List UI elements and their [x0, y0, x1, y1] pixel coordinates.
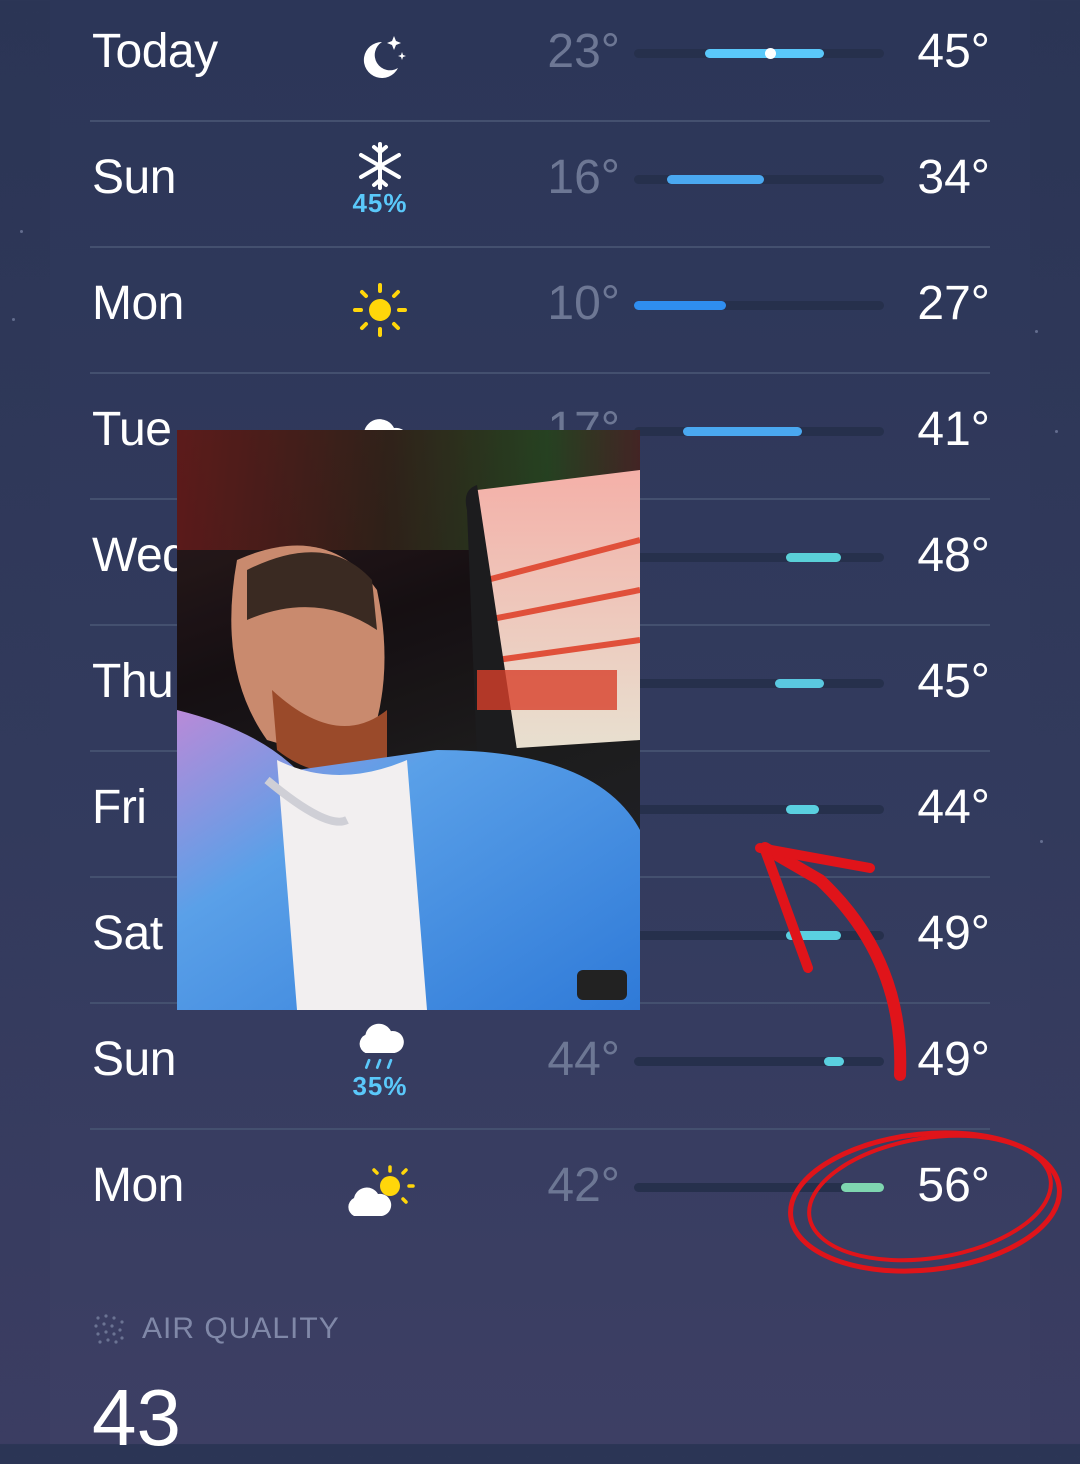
high-temp: 44° — [917, 781, 990, 834]
sun-cloud-icon — [340, 1152, 420, 1232]
air-quality-label: AIR QUALITY — [142, 1312, 340, 1345]
temp-range-bar — [634, 931, 884, 940]
high-temp: 27° — [917, 277, 990, 330]
high-temp: 45° — [917, 25, 990, 78]
temp-range-fill — [634, 301, 727, 310]
forecast-day-label: Sat — [92, 907, 163, 960]
high-temp: 49° — [917, 1033, 990, 1086]
forecast-day-label: Sun — [92, 1033, 176, 1086]
temp-range-bar — [634, 679, 884, 688]
temp-range-bar — [634, 427, 884, 436]
forecast-day-label: Mon — [92, 277, 184, 330]
current-temp-dot — [764, 48, 776, 59]
high-temp: 34° — [917, 151, 990, 204]
forecast-day-label: Fri — [92, 781, 147, 834]
forecast-day-label: Today — [92, 25, 218, 78]
temp-range-fill — [786, 553, 841, 562]
forecast-row: Mon 42° 56° — [50, 1130, 1030, 1256]
temp-range-bar — [634, 175, 884, 184]
temp-range-bar — [634, 48, 884, 59]
cloud-rain-icon: 35% — [340, 1022, 420, 1102]
low-temp: 44° — [547, 1033, 620, 1086]
temp-range-fill — [666, 175, 765, 184]
high-temp: 41° — [917, 403, 990, 456]
temp-range-fill — [824, 1057, 845, 1066]
moon-stars-icon — [340, 18, 420, 98]
low-temp: 10° — [547, 277, 620, 330]
forecast-row: Sun 35% 44° 49° — [50, 1004, 1030, 1130]
high-temp: 49° — [917, 907, 990, 960]
air-quality-icon — [94, 1314, 124, 1344]
high-temp: 45° — [917, 655, 990, 708]
temp-range-fill — [682, 427, 803, 436]
precipitation-chance: 35% — [352, 1071, 408, 1101]
forecast-day-label: Wed — [92, 529, 189, 582]
sun-icon — [340, 270, 420, 350]
temp-range-bar — [634, 1183, 884, 1192]
low-temp: 23° — [547, 25, 620, 78]
precipitation-chance: 45% — [352, 187, 408, 218]
forecast-row: Mon 10° 27° — [50, 248, 1030, 374]
temp-range-fill — [786, 931, 841, 940]
forecast-day-label: Mon — [92, 1159, 184, 1212]
forecast-day-label: Tue — [92, 403, 172, 456]
forecast-day-label: Thu — [92, 655, 174, 708]
snowflake-icon: 45% — [340, 140, 420, 220]
temp-range-bar — [634, 805, 884, 814]
forecast-row: Sun 45% 16° 34° — [50, 122, 1030, 248]
temp-range-bar — [634, 553, 884, 562]
temp-range-bar — [634, 1057, 884, 1066]
forecast-day-label: Sun — [92, 151, 176, 204]
high-temp: 48° — [917, 529, 990, 582]
temp-range-fill — [775, 679, 825, 688]
forecast-row: Today 23° 45° — [50, 0, 1030, 122]
low-temp: 16° — [547, 151, 620, 204]
temp-range-fill — [840, 1183, 884, 1192]
temp-range-bar — [634, 301, 884, 310]
air-quality-value: 43 — [92, 1373, 181, 1462]
video-overlay-photo — [177, 430, 640, 1010]
low-temp: 42° — [547, 1159, 620, 1212]
high-temp: 56° — [917, 1159, 990, 1212]
temp-range-fill — [786, 805, 819, 814]
